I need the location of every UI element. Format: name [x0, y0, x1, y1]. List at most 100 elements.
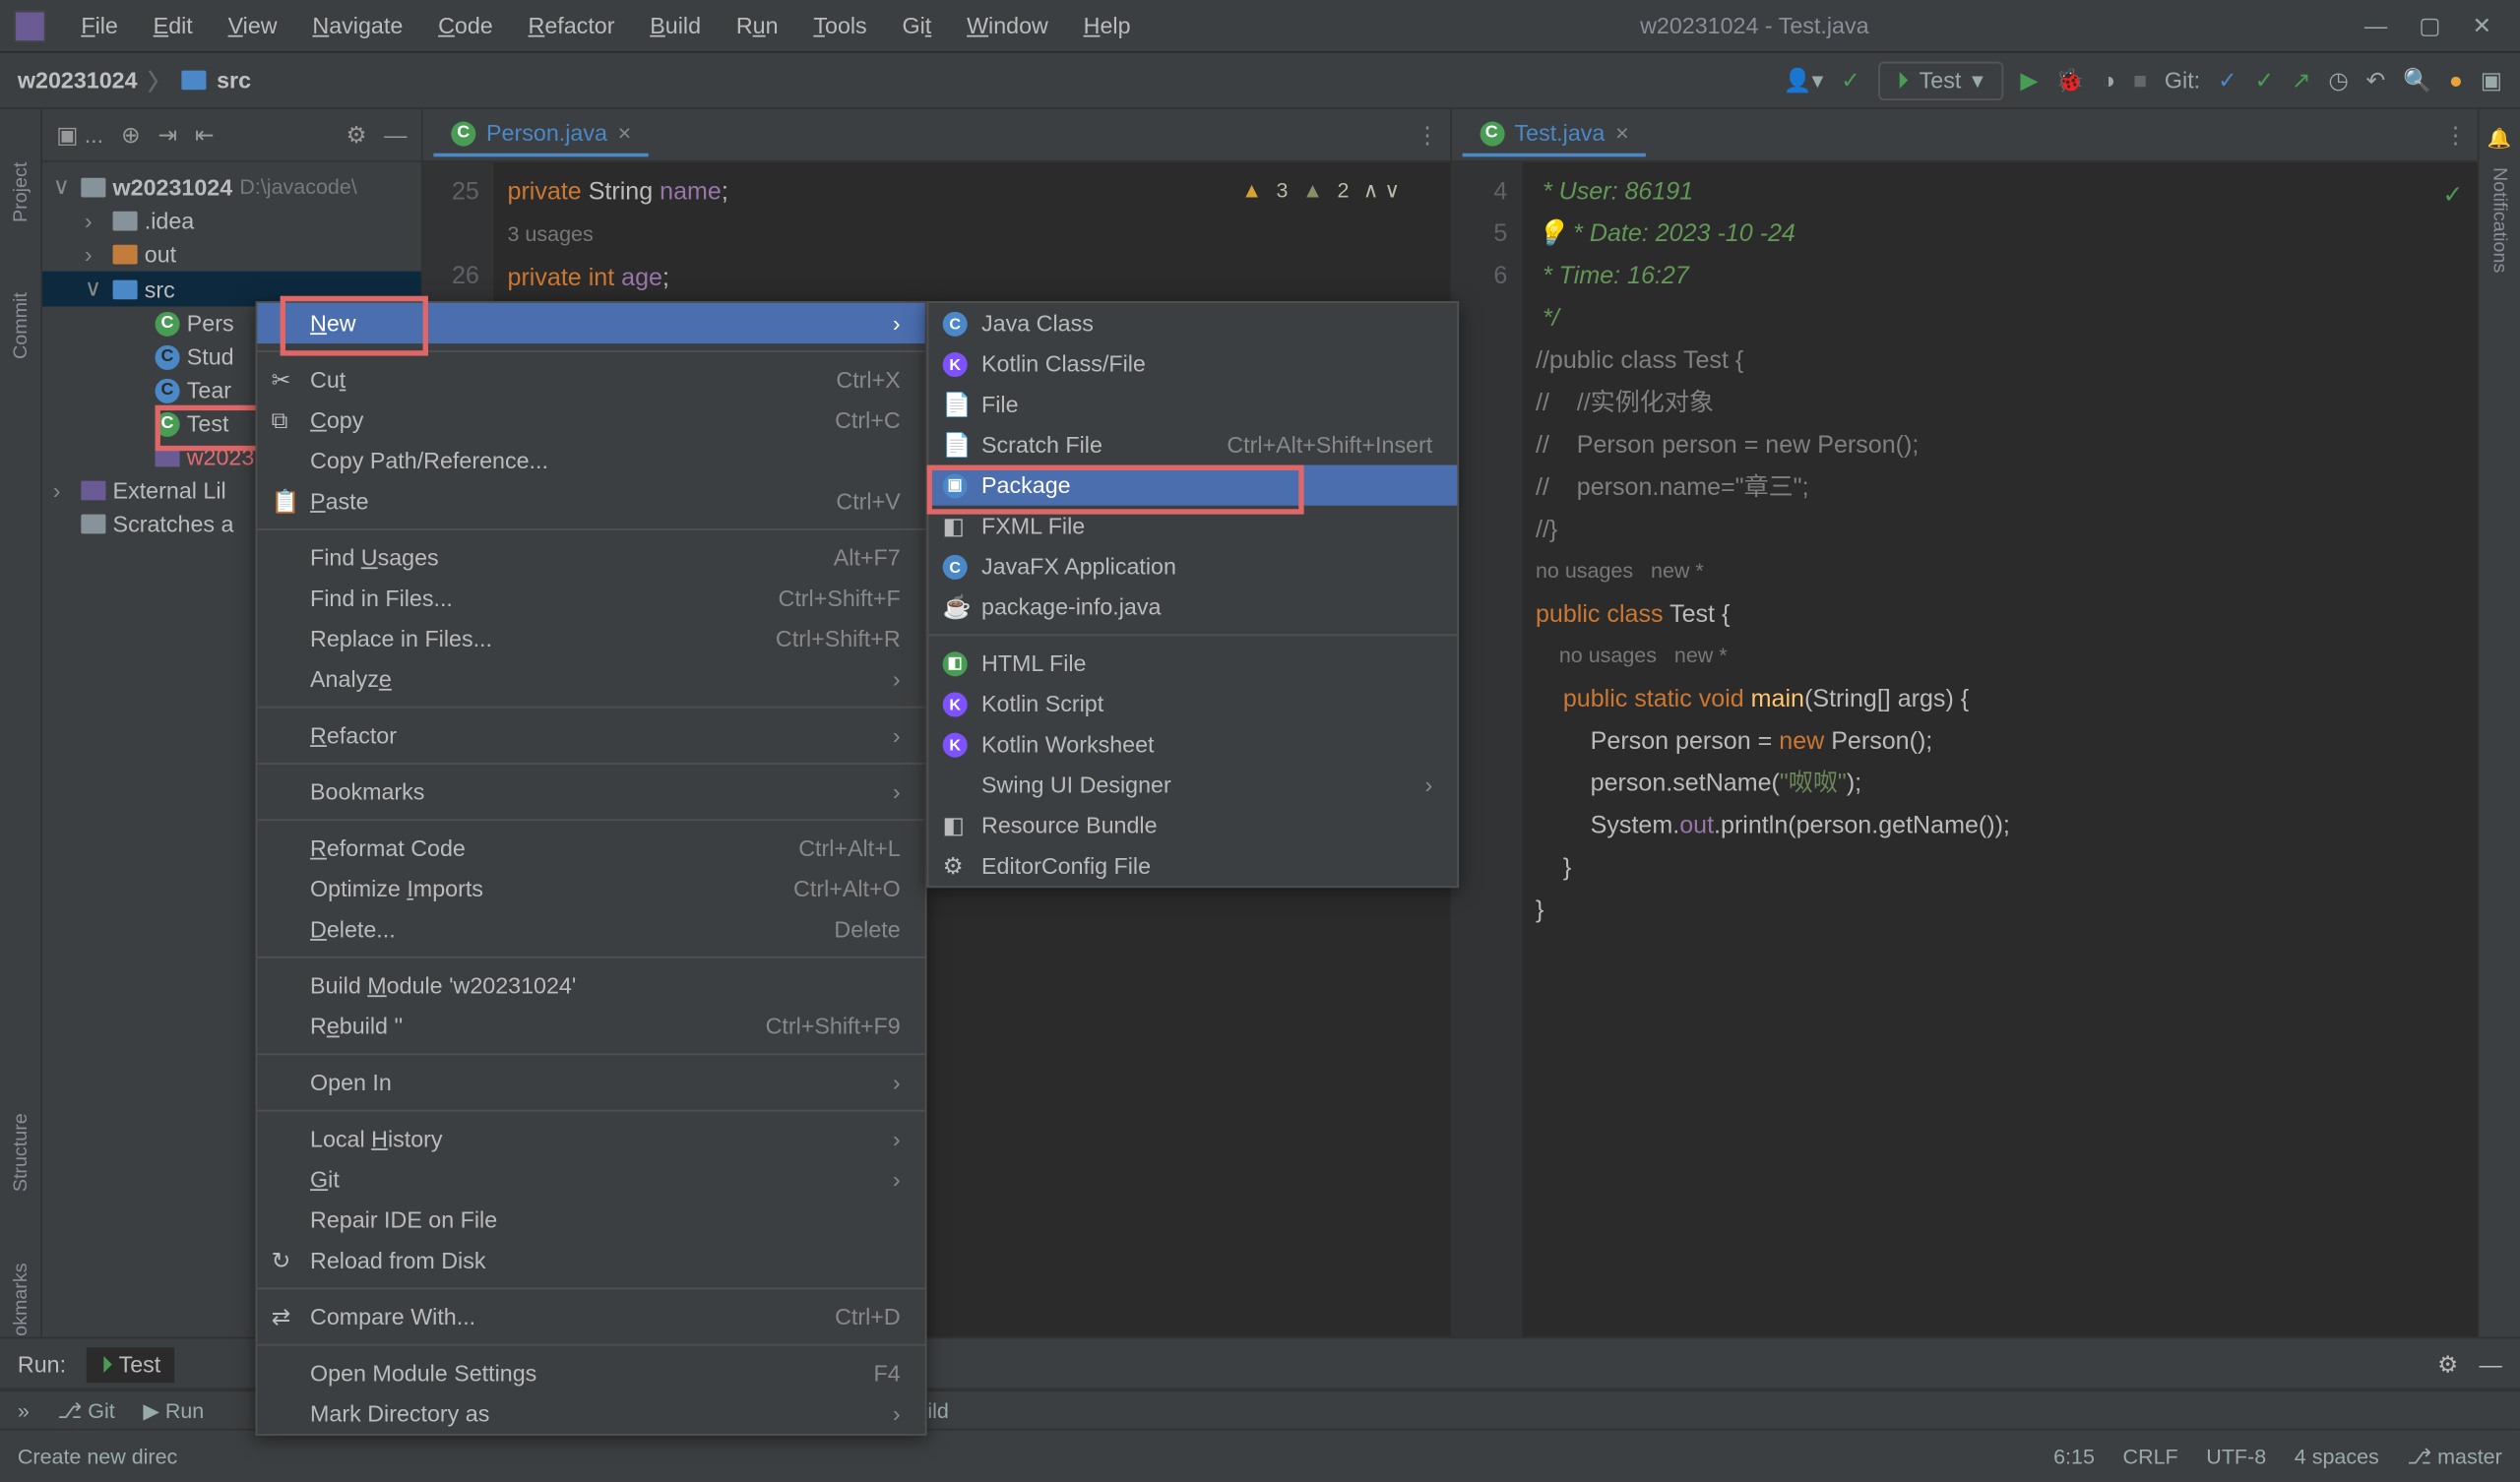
- gear-icon[interactable]: ⚙: [2437, 1350, 2458, 1379]
- menu-item-find-in-files-[interactable]: Find in Files...Ctrl+Shift+F: [257, 578, 924, 618]
- run-config-selector[interactable]: ⏵ Test ▾: [1878, 61, 2003, 99]
- close-icon[interactable]: ✕: [2473, 12, 2492, 40]
- menu-item-reformat-code[interactable]: Reformat CodeCtrl+Alt+L: [257, 828, 924, 868]
- menu-item-paste[interactable]: 📋PasteCtrl+V: [257, 481, 924, 522]
- commit-icon[interactable]: ✓: [1841, 66, 1860, 94]
- menu-item-kotlin-worksheet[interactable]: KKotlin Worksheet: [928, 724, 1457, 765]
- encoding[interactable]: UTF-8: [2206, 1444, 2266, 1468]
- debug-button-icon[interactable]: 🐞: [2055, 66, 2084, 94]
- collapse-icon[interactable]: ⇤: [195, 121, 215, 150]
- ide-update-icon[interactable]: ●: [2449, 67, 2463, 93]
- git-commit-icon[interactable]: ✓: [2254, 66, 2274, 94]
- project-tool-tab[interactable]: Project: [10, 162, 31, 222]
- menu-code[interactable]: Code: [424, 5, 507, 45]
- structure-tool-tab[interactable]: Structure: [10, 1114, 31, 1193]
- tab-more-icon[interactable]: ⋮: [1416, 121, 1438, 150]
- git-tool-tab[interactable]: ⎇ Git: [58, 1397, 115, 1422]
- git-update-icon[interactable]: ✓: [2218, 66, 2237, 94]
- menu-item-rebuild-default-[interactable]: Rebuild ''Ctrl+Shift+F9: [257, 1006, 924, 1046]
- rollback-icon[interactable]: ↶: [2366, 66, 2386, 94]
- menu-run[interactable]: Run: [723, 5, 792, 45]
- menu-edit[interactable]: Edit: [139, 5, 207, 45]
- tab-test[interactable]: C Test.java ×: [1462, 113, 1647, 157]
- tree-item-idea[interactable]: › .idea: [42, 205, 421, 238]
- context-menu[interactable]: New›✂CutCtrl+X⧉CopyCtrl+CCopy Path/Refer…: [256, 301, 927, 1436]
- coverage-icon[interactable]: ◑: [2102, 67, 2115, 93]
- menu-item-html-file[interactable]: ◧HTML File: [928, 643, 1457, 683]
- menu-item-copy-path-reference-[interactable]: Copy Path/Reference...: [257, 441, 924, 481]
- menu-item-package-info-java[interactable]: ☕package-info.java: [928, 587, 1457, 627]
- breadcrumb[interactable]: w20231024 〉 src: [18, 63, 251, 96]
- menu-item-file[interactable]: 📄File: [928, 384, 1457, 424]
- git-push-icon[interactable]: ↗: [2292, 66, 2311, 94]
- menu-item-bookmarks[interactable]: Bookmarks›: [257, 772, 924, 812]
- code-editor-right[interactable]: ✓ 456 * User: 86191💡 * Date: 2023 -10 -2…: [1451, 162, 2478, 1360]
- main-menu[interactable]: FileEditViewNavigateCodeRefactorBuildRun…: [67, 5, 1145, 45]
- menu-refactor[interactable]: Refactor: [514, 5, 629, 45]
- menu-item-find-usages[interactable]: Find UsagesAlt+F7: [257, 537, 924, 578]
- menu-item-kotlin-script[interactable]: KKotlin Script: [928, 684, 1457, 724]
- notifications-bell-icon[interactable]: 🔔: [2488, 127, 2512, 150]
- menu-item-analyze[interactable]: Analyze›: [257, 658, 924, 699]
- menu-item-delete-[interactable]: Delete...Delete: [257, 909, 924, 950]
- run-tool-tab[interactable]: ▶ Run: [143, 1397, 204, 1422]
- stop-icon[interactable]: ■: [2133, 67, 2147, 93]
- menu-item-git[interactable]: Git›: [257, 1159, 924, 1200]
- menu-tools[interactable]: Tools: [799, 5, 881, 45]
- menu-item-kotlin-class-file[interactable]: KKotlin Class/File: [928, 343, 1457, 384]
- menu-item-mark-directory-as[interactable]: Mark Directory as›: [257, 1393, 924, 1434]
- menu-item-compare-with-[interactable]: ⇄Compare With...Ctrl+D: [257, 1296, 924, 1336]
- maximize-icon[interactable]: ▢: [2419, 12, 2440, 40]
- submenu-new[interactable]: CJava ClassKKotlin Class/File📄File📄Scrat…: [927, 301, 1460, 888]
- menu-file[interactable]: File: [67, 5, 132, 45]
- notifications-tool-tab[interactable]: Notifications: [2488, 167, 2509, 273]
- menu-item-copy[interactable]: ⧉CopyCtrl+C: [257, 400, 924, 440]
- git-branch[interactable]: ⎇ master: [2407, 1444, 2501, 1468]
- inspection-summary[interactable]: ▲3 ▲2 ∧ ∨: [1241, 169, 1400, 212]
- tree-item-out[interactable]: › out: [42, 238, 421, 272]
- indent[interactable]: 4 spaces: [2295, 1444, 2379, 1468]
- user-icon[interactable]: 👤▾: [1784, 66, 1824, 94]
- locate-icon[interactable]: ⊕: [121, 121, 141, 150]
- menu-item-reload-from-disk[interactable]: ↻Reload from Disk: [257, 1240, 924, 1280]
- menu-item-open-in[interactable]: Open In›: [257, 1062, 924, 1102]
- close-tab-icon[interactable]: ×: [618, 120, 632, 147]
- inspection-ok-icon[interactable]: ✓: [2442, 172, 2463, 215]
- tab-more-icon[interactable]: ⋮: [2444, 121, 2467, 150]
- menu-navigate[interactable]: Navigate: [298, 5, 416, 45]
- search-icon[interactable]: 🔍: [2403, 66, 2431, 94]
- menu-item-open-module-settings[interactable]: Open Module SettingsF4: [257, 1353, 924, 1393]
- menu-git[interactable]: Git: [888, 5, 945, 45]
- cursor-pos[interactable]: 6:15: [2053, 1444, 2095, 1468]
- menu-item-javafx-application[interactable]: CJavaFX Application: [928, 546, 1457, 587]
- line-ending[interactable]: CRLF: [2123, 1444, 2178, 1468]
- menu-item-repair-ide-on-file[interactable]: Repair IDE on File: [257, 1200, 924, 1240]
- menu-item-local-history[interactable]: Local History›: [257, 1119, 924, 1159]
- breadcrumb-src[interactable]: src: [217, 67, 251, 93]
- tree-root[interactable]: ∨ w20231024 D:\javacode\: [42, 169, 421, 205]
- close-tab-icon[interactable]: ×: [1615, 120, 1629, 147]
- project-view-selector[interactable]: ▣ ...: [56, 121, 103, 150]
- breadcrumb-root[interactable]: w20231024: [18, 67, 138, 93]
- menu-item-scratch-file[interactable]: 📄Scratch FileCtrl+Alt+Shift+Insert: [928, 424, 1457, 464]
- ide-tools-icon[interactable]: ▣: [2481, 66, 2502, 94]
- menu-item-swing-ui-designer[interactable]: Swing UI Designer›: [928, 765, 1457, 805]
- menu-help[interactable]: Help: [1069, 5, 1145, 45]
- menu-item-optimize-imports[interactable]: Optimize ImportsCtrl+Alt+O: [257, 868, 924, 908]
- gear-icon[interactable]: ⚙: [346, 121, 366, 150]
- menu-item-java-class[interactable]: CJava Class: [928, 303, 1457, 343]
- menu-item-cut[interactable]: ✂CutCtrl+X: [257, 359, 924, 400]
- menu-view[interactable]: View: [214, 5, 291, 45]
- hide-icon[interactable]: —: [384, 122, 407, 149]
- run-config-badge[interactable]: ⏵ Test: [88, 1346, 175, 1382]
- hide-icon[interactable]: —: [2480, 1351, 2502, 1378]
- tab-person[interactable]: C Person.java ×: [433, 113, 649, 157]
- menu-item-resource-bundle[interactable]: ◧Resource Bundle: [928, 805, 1457, 845]
- expand-icon[interactable]: ⇥: [158, 121, 177, 150]
- menu-item-build-module-w20231024-[interactable]: Build Module 'w20231024': [257, 965, 924, 1006]
- menu-build[interactable]: Build: [636, 5, 715, 45]
- menu-item-refactor[interactable]: Refactor›: [257, 715, 924, 756]
- history-icon[interactable]: ◷: [2328, 66, 2348, 94]
- menu-item-replace-in-files-[interactable]: Replace in Files...Ctrl+Shift+R: [257, 618, 924, 658]
- minimize-icon[interactable]: —: [2364, 12, 2387, 40]
